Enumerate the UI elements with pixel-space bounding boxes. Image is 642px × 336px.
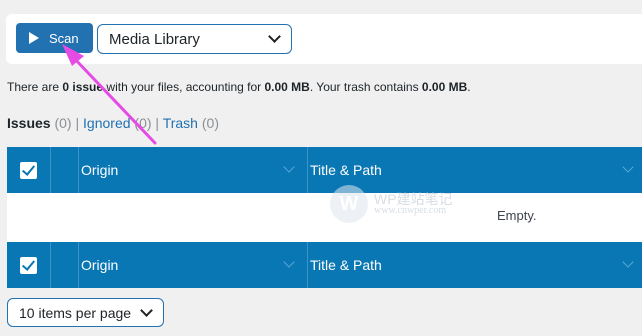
filter-separator: | [75,115,80,131]
header-blank-cell [51,147,79,193]
issues-table: Origin Title & Path Empty. Origin Title … [7,147,642,288]
watermark-text: WP建站笔记 www.cnwper.com [374,192,453,216]
summary-trash-size: 0.00 MB [421,80,468,94]
chevron-down-icon [268,30,281,43]
sort-chevron-icon [622,161,634,173]
source-select-value: Media Library [109,30,200,48]
footer-column-origin-label: Origin [81,257,119,273]
select-all-cell-footer [7,242,51,288]
column-origin[interactable]: Origin [79,147,308,193]
select-all-checkbox-footer[interactable] [20,256,37,274]
footer-column-origin[interactable]: Origin [79,242,308,288]
sort-chevron-icon [283,161,295,173]
table-body: Empty. [7,193,642,242]
summary-trash-prefix: . Your trash contains [309,80,422,94]
chevron-down-icon [140,303,153,317]
filter-issues[interactable]: Issues [7,115,51,131]
items-per-page-select[interactable]: 10 items per page [7,298,164,327]
watermark-logo-icon: W [330,185,368,223]
filter-trash-count: (0) [201,115,219,131]
watermark-subtitle: www.cnwper.com [374,205,447,216]
column-title-path-label: Title & Path [310,162,382,178]
select-all-checkbox[interactable] [20,161,37,179]
summary-prefix: There are [7,80,63,94]
table-header: Origin Title & Path [7,147,642,193]
play-icon [29,32,39,44]
filter-trash[interactable]: Trash [163,115,198,131]
toolbar: Scan Media Library [6,14,642,64]
source-select[interactable]: Media Library [97,24,292,54]
items-per-page-value: 10 items per page [19,304,132,321]
sort-chevron-icon [622,256,634,268]
filter-ignored-count: (0) [134,115,152,131]
footer-column-title-path-label: Title & Path [310,257,382,273]
watermark-title: WP建站笔记 [374,191,453,207]
footer-column-title-path[interactable]: Title & Path [308,242,642,288]
empty-message: Empty. [497,208,537,223]
scan-button-label: Scan [49,30,79,46]
column-origin-label: Origin [81,162,119,178]
filter-ignored[interactable]: Ignored [83,115,130,131]
footer-blank-cell [51,242,79,288]
summary-issue-count: 0 issue [62,80,104,94]
watermark: W WP建站笔记 www.cnwper.com [330,185,453,223]
table-footer: Origin Title & Path [7,242,642,288]
filter-separator: | [155,115,160,131]
select-all-cell [7,147,51,193]
summary-middle: with your files, accounting for [103,80,265,94]
status-filters: Issues (0) | Ignored (0) | Trash (0) [7,115,219,131]
summary-size: 0.00 MB [264,80,310,94]
filter-issues-count: (0) [54,115,72,131]
scan-button[interactable]: Scan [16,23,93,53]
scan-summary: There are 0 issue with your files, accou… [7,80,471,94]
sort-chevron-icon [283,256,295,268]
summary-suffix: . [467,80,471,94]
